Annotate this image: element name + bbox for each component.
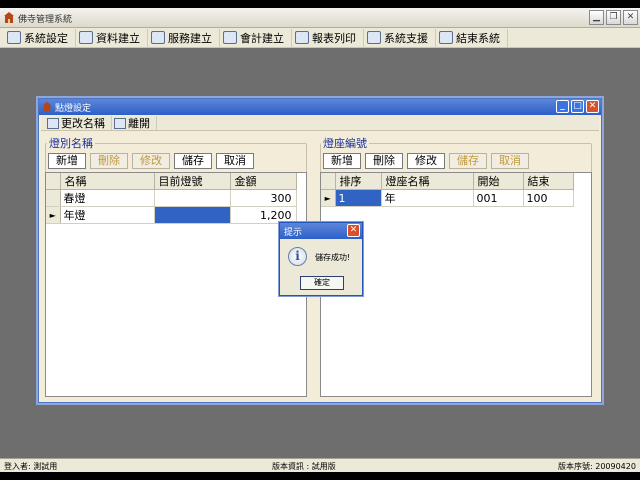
menu-exit[interactable]: 結束系統	[436, 28, 508, 47]
table-row[interactable]: ► 年燈 1,200	[46, 206, 297, 224]
status-user: 登入者: 測試用	[4, 462, 58, 471]
rename-icon	[47, 117, 59, 129]
row-header-corner	[46, 173, 61, 190]
table-row[interactable]: ► 1 年 001 100	[321, 189, 574, 207]
print-icon	[295, 31, 309, 44]
col-start[interactable]: 開始	[473, 173, 524, 190]
cell-current[interactable]	[154, 189, 231, 207]
message-box: 提示 ✕ i 儲存成功! 確定	[279, 222, 363, 296]
cell-start[interactable]: 001	[473, 189, 524, 207]
temple-icon	[4, 12, 14, 23]
menu-label: 系統設定	[24, 31, 68, 45]
cell-amount[interactable]: 300	[230, 189, 297, 207]
service-icon	[151, 31, 165, 44]
col-amount[interactable]: 金額	[230, 173, 297, 190]
cell-amount[interactable]: 1,200	[230, 206, 297, 224]
message-box-title: 提示	[284, 228, 303, 238]
col-seat-name[interactable]: 燈座名稱	[381, 173, 474, 190]
right-cancel-button[interactable]: 取消	[491, 153, 529, 169]
col-order[interactable]: 排序	[335, 173, 382, 190]
exit-icon	[439, 31, 453, 44]
cell-seat-name[interactable]: 年	[381, 189, 474, 207]
left-delete-button[interactable]: 刪除	[90, 153, 128, 169]
close-button[interactable]: ✕	[623, 10, 638, 25]
dialog-minimize-button[interactable]: _	[556, 100, 569, 113]
menu-label: 會計建立	[240, 31, 284, 45]
ok-button[interactable]: 確定	[300, 276, 344, 290]
data-icon	[79, 31, 93, 44]
menu-data[interactable]: 資料建立	[76, 28, 148, 47]
table-row[interactable]: 春燈 300	[46, 189, 297, 207]
dialog-maximize-button[interactable]: □	[571, 100, 584, 113]
message-box-close-button[interactable]: ✕	[347, 224, 360, 237]
lamp-seat-title: 燈座編號	[321, 135, 369, 151]
cell-current[interactable]	[154, 206, 231, 224]
main-titlebar: 佛寺管理系統 ▁ ❐ ✕	[0, 8, 640, 28]
left-add-button[interactable]: 新增	[48, 153, 86, 169]
menu-accounting[interactable]: 會計建立	[220, 28, 292, 47]
right-edit-button[interactable]: 修改	[407, 153, 445, 169]
dialog-close-button[interactable]: ✕	[586, 100, 599, 113]
right-delete-button[interactable]: 刪除	[365, 153, 403, 169]
cell-name[interactable]: 春燈	[60, 189, 155, 207]
menu-service[interactable]: 服務建立	[148, 28, 220, 47]
rename-button[interactable]: 更改名稱	[45, 116, 112, 130]
exit-icon	[114, 117, 126, 129]
menu-label: 服務建立	[168, 31, 212, 45]
leave-label: 離開	[128, 117, 150, 130]
left-cancel-button[interactable]: 取消	[216, 153, 254, 169]
row-pointer-icon: ►	[321, 189, 336, 207]
status-version: 版本資訊 : 試用版	[272, 462, 336, 471]
col-current[interactable]: 目前燈號	[154, 173, 231, 190]
row-header-corner	[321, 173, 336, 190]
gear-icon	[7, 31, 21, 44]
status-serial: 版本序號: 20090420	[558, 462, 636, 471]
dialog-toolbar: 更改名稱 離開	[41, 116, 599, 131]
app-title: 佛寺管理系統	[18, 15, 73, 25]
right-add-button[interactable]: 新增	[323, 153, 361, 169]
menu-label: 系統支援	[384, 31, 428, 45]
support-icon	[367, 31, 381, 44]
right-save-button[interactable]: 儲存	[449, 153, 487, 169]
rename-label: 更改名稱	[61, 117, 105, 130]
accounting-icon	[223, 31, 237, 44]
menu-label: 結束系統	[456, 31, 500, 45]
lamp-type-title: 燈別名稱	[47, 135, 95, 151]
left-save-button[interactable]: 儲存	[174, 153, 212, 169]
cell-name[interactable]: 年燈	[60, 206, 155, 224]
minimize-button[interactable]: ▁	[589, 10, 604, 25]
menu-print[interactable]: 報表列印	[292, 28, 364, 47]
menu-label: 資料建立	[96, 31, 140, 45]
dialog-title: 點燈設定	[55, 104, 92, 114]
message-box-titlebar: 提示 ✕	[280, 223, 362, 239]
row-header	[46, 189, 61, 207]
message-text: 儲存成功!	[315, 253, 351, 262]
cell-end[interactable]: 100	[523, 189, 574, 207]
menu-label: 報表列印	[312, 31, 356, 45]
restore-button[interactable]: ❐	[606, 10, 621, 25]
col-name[interactable]: 名稱	[60, 173, 155, 190]
main-menubar: 系統設定 資料建立 服務建立 會計建立 報表列印 系統支援 結束系統	[0, 28, 640, 48]
cell-order[interactable]: 1	[335, 189, 382, 207]
temple-icon	[42, 101, 52, 112]
col-end[interactable]: 結束	[523, 173, 574, 190]
lamp-type-grid[interactable]: 名稱 目前燈號 金額 春燈 300 ► 年燈 1,200	[45, 172, 307, 397]
left-edit-button[interactable]: 修改	[132, 153, 170, 169]
leave-button[interactable]: 離開	[112, 116, 157, 130]
menu-system-settings[interactable]: 系統設定	[4, 28, 76, 47]
status-bar: 登入者: 測試用 版本資訊 : 試用版 版本序號: 20090420	[0, 458, 640, 472]
menu-support[interactable]: 系統支援	[364, 28, 436, 47]
info-icon: i	[288, 247, 307, 266]
row-pointer-icon: ►	[46, 206, 61, 224]
dialog-titlebar: 點燈設定 _ □ ✕	[39, 99, 601, 115]
